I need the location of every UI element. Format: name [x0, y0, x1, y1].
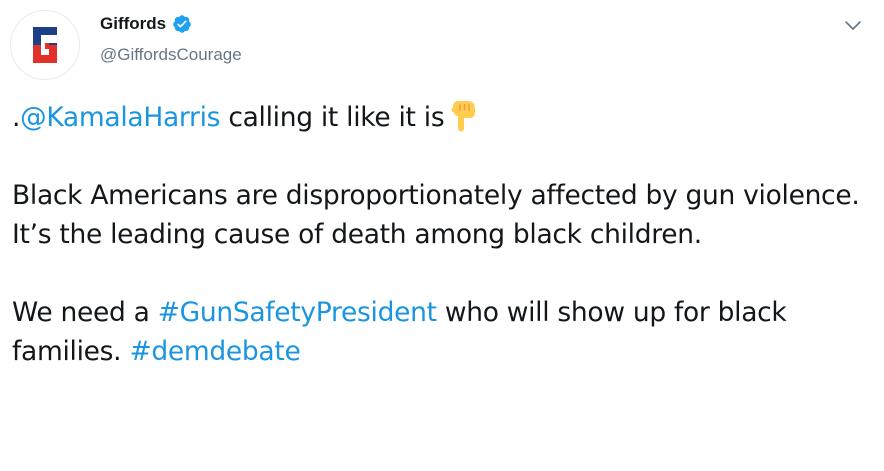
- verified-badge-icon: [172, 14, 192, 34]
- paragraph-1-text: calling it like it is: [220, 102, 445, 133]
- tweet-paragraph-3: We need a #GunSafetyPresident who will s…: [12, 293, 872, 371]
- giffords-logo-icon: [33, 27, 57, 63]
- pointing-down-hand-icon: [448, 100, 478, 132]
- tweet-paragraph-2: Black Americans are disproportionately a…: [12, 180, 860, 250]
- author-name-row: Giffords: [100, 14, 192, 34]
- paragraph-3-text-1: We need a: [12, 297, 158, 328]
- mention-prefix: .: [12, 102, 21, 133]
- hashtag-link[interactable]: #demdebate: [129, 336, 300, 367]
- avatar[interactable]: [10, 10, 80, 80]
- tweet-paragraph-1: .@KamalaHarris calling it like it is: [12, 98, 872, 137]
- mention-link[interactable]: @KamalaHarris: [20, 102, 220, 133]
- tweet-text: .@KamalaHarris calling it like it is Bla…: [12, 98, 872, 371]
- author-handle[interactable]: @GiffordsCourage: [100, 45, 242, 65]
- chevron-down-icon[interactable]: [842, 14, 864, 36]
- hashtag-link[interactable]: #GunSafetyPresident: [158, 297, 437, 328]
- author-name[interactable]: Giffords: [100, 14, 166, 34]
- tweet-card[interactable]: Giffords @GiffordsCourage .@KamalaHarris…: [0, 0, 884, 471]
